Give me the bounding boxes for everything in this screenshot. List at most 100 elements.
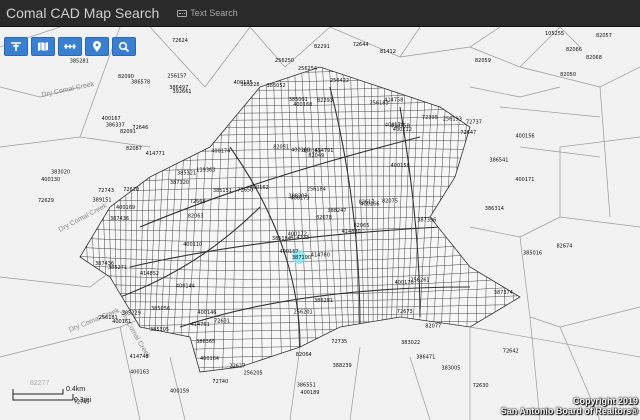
parcel-label: 82291: [314, 44, 330, 50]
parcel-label: 386281: [314, 298, 333, 304]
search-button[interactable]: [112, 37, 136, 56]
parcel-label: 389151: [93, 197, 112, 203]
parcel-label: 105255: [545, 31, 564, 37]
parcel-label: 414771: [146, 151, 165, 157]
parcel-label: 72668: [190, 199, 206, 205]
parcel-label: 256261: [411, 278, 430, 284]
parcel-label: 256181: [99, 315, 118, 321]
parcel-boundary: [599, 86, 611, 218]
parcel-label: 385056: [151, 306, 170, 312]
lot-line: [464, 67, 477, 372]
copyright-notice: Copyright 2019 San Antonio Board of Real…: [501, 396, 638, 416]
parcel-label: 400174: [211, 149, 230, 155]
parcel-label: 383020: [51, 170, 70, 176]
parcel-label: 400144: [176, 283, 195, 289]
scale-bar: 82277 0.4km 0.3mi: [12, 380, 102, 412]
parcel-label: 22627: [229, 364, 245, 370]
parcel-label: 386551: [297, 383, 316, 389]
parcel-label: 386578: [131, 80, 150, 86]
parcel-label: 387320: [170, 180, 189, 186]
parcel-label: 72642: [503, 348, 519, 354]
parcel-label: 385305: [150, 327, 169, 333]
layers-icon: [11, 42, 21, 51]
parcel-boundary: [399, 27, 501, 58]
parcel-boundary: [559, 27, 581, 48]
parcel-label: 82674: [557, 243, 573, 249]
parcel-label: 72646: [132, 125, 148, 131]
parcel-boundary: [469, 86, 561, 98]
copyright-line-1: Copyright 2019: [572, 396, 638, 406]
parcel-label: 386471: [416, 355, 435, 361]
lot-line: [532, 57, 544, 387]
lot-line: [474, 67, 484, 372]
lot-line: [517, 67, 520, 372]
parcel-label: 400212: [393, 127, 412, 133]
creek-label: Dry Comal Creek: [41, 81, 95, 99]
parcel-label: 72735: [331, 339, 347, 345]
parcel-label: 82087: [126, 146, 142, 152]
measure-button[interactable]: [58, 37, 82, 56]
parcel-label: 82064: [296, 352, 312, 358]
scale-mi-label: 0.3mi: [74, 397, 92, 404]
parcel-label: 385052: [267, 83, 286, 89]
measure-icon: [64, 44, 76, 49]
lot-line: [494, 67, 498, 372]
parcel-label: 385184: [272, 236, 291, 242]
parcel-label: 400158: [391, 163, 410, 169]
lot-line: [503, 67, 505, 372]
lot-line: [510, 67, 515, 372]
parcel-label: 414761: [191, 322, 210, 328]
parcel-label: 387396: [417, 218, 436, 224]
parcel-label: 82066: [566, 47, 582, 53]
parcel-boundary: [204, 27, 251, 88]
parcel-label: 386314: [485, 206, 504, 212]
parcel-label: 72647: [460, 130, 476, 136]
marker-icon: [93, 40, 101, 52]
parcel-label: 385228: [241, 82, 260, 88]
parcel-label: 256184: [307, 186, 326, 192]
parcel-label: 256422: [330, 78, 349, 84]
parcel-label: 386497: [169, 85, 188, 91]
parcel-label: 386337: [106, 122, 125, 128]
basemap-button[interactable]: [31, 37, 55, 56]
parcel-boundary: [349, 346, 361, 420]
parcel-label: 72624: [172, 38, 188, 44]
parcel-map[interactable]: Dry Comal CreekDry Comal CreekDry Comal …: [0, 27, 640, 420]
parcel-label: 256205: [244, 371, 263, 377]
parcel-label: 82617: [359, 200, 375, 206]
parcel-label: 383022: [401, 340, 420, 346]
parcel-label: 387374: [494, 290, 513, 296]
parcel-label: 385001: [289, 97, 308, 103]
layers-button[interactable]: [4, 37, 28, 56]
lot-line: [70, 375, 540, 382]
parcel-label: 81412: [380, 49, 396, 55]
parcel-label: 400159: [170, 388, 189, 394]
map-icon: [38, 42, 48, 51]
parcel-label: 400130: [41, 177, 60, 183]
copyright-line-2: San Antonio Board of Realtors®: [500, 406, 638, 416]
parcel-label: 387436: [110, 216, 129, 222]
parcel-label: 400169: [116, 205, 135, 211]
parcel-label: 72630: [473, 383, 489, 389]
locate-button[interactable]: [85, 37, 109, 56]
parcel-label: 386541: [489, 158, 508, 164]
parcel-label: 385016: [523, 251, 542, 257]
search-icon: [118, 41, 130, 52]
parcel-label: 400167: [102, 116, 121, 122]
lot-line: [539, 57, 553, 387]
parcel-label: 414760: [311, 253, 330, 259]
parcel-label: 385271: [108, 265, 127, 271]
map-canvas[interactable]: Dry Comal Creek Dry Comal Creek Dry Comal …: [0, 27, 640, 420]
parcel-label: 82059: [475, 58, 491, 64]
app-title: Comal CAD Map Search: [6, 5, 160, 21]
parcel-label: 72673: [397, 309, 413, 315]
parcel-boundary: [409, 356, 431, 420]
lot-line: [438, 67, 456, 372]
parcel-label: 385151: [213, 188, 232, 194]
text-search-link[interactable]: Text Search: [177, 8, 238, 18]
map-toolbar: [4, 37, 136, 56]
parcel-label: 82057: [596, 33, 612, 39]
parcel-label: 72740: [212, 379, 228, 385]
parcel-label: 256201: [294, 309, 313, 315]
parcel-label: 400163: [130, 369, 149, 375]
